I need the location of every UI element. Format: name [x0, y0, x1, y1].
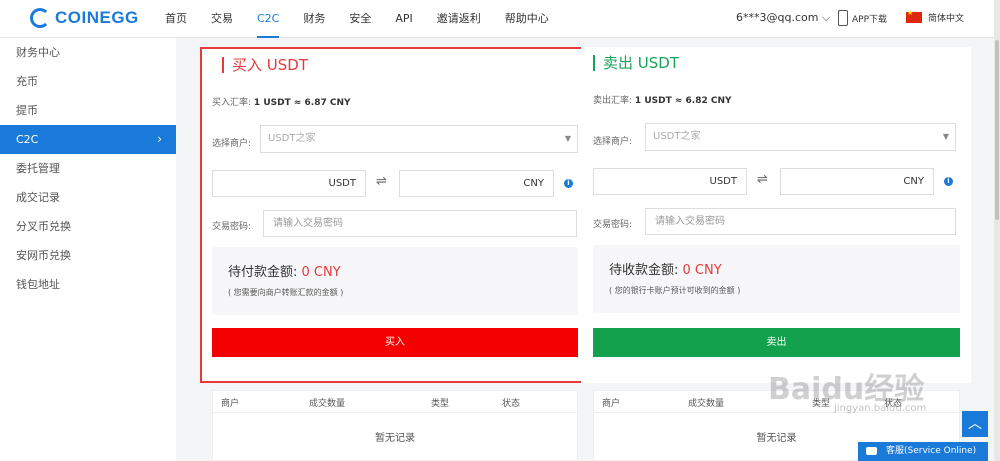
nav-finance[interactable]: 财务	[303, 0, 325, 38]
china-flag-icon	[906, 9, 922, 23]
sidebar-item-fork-exchange[interactable]: 分叉币兑换	[0, 212, 176, 241]
chat-icon	[866, 447, 877, 455]
phone-icon	[838, 10, 848, 26]
back-to-top-button[interactable]: ︿	[962, 411, 988, 437]
sell-rate: 卖出汇率: 1 USDT ≈ 6.82 CNY	[593, 93, 732, 106]
chevron-right-icon: ›	[157, 132, 162, 146]
app-download-label: APP下载	[852, 14, 888, 25]
sell-usdt-input[interactable]: USDT	[593, 168, 747, 195]
sell-panel: 卖出 USDT 卖出汇率: 1 USDT ≈ 6.82 CNY 选择商户: US…	[581, 47, 971, 383]
sell-title: 卖出 USDT	[593, 55, 679, 71]
nav-security[interactable]: 安全	[349, 0, 371, 38]
buy-merchant-select[interactable]: USDT之家 ▼	[260, 125, 578, 153]
table-header: 商户 成交数量 类型 状态	[213, 391, 577, 413]
sell-merchant-label: 选择商户:	[593, 137, 633, 147]
sidebar-item-orders[interactable]: 委托管理	[0, 154, 176, 183]
sell-pending-note: ( 您的银行卡账户预计可收到的金额 )	[609, 286, 741, 295]
buy-password-input[interactable]: 请输入交易密码	[263, 210, 577, 237]
dropdown-arrow-icon: ▼	[564, 134, 571, 143]
nav-trade[interactable]: 交易	[211, 0, 233, 38]
logo-text: COINEGG	[55, 8, 139, 27]
sell-rate-value: 1 USDT ≈ 6.82 CNY	[634, 96, 732, 106]
buy-cny-input[interactable]: CNY	[399, 170, 554, 197]
swap-icon[interactable]: ⇌	[757, 172, 768, 187]
user-account-menu[interactable]: 6***3@qq.com ⌵	[736, 11, 830, 25]
language-selector[interactable]: 简体中文	[906, 9, 965, 24]
sidebar: 财务中心 充币 提币 C2C › 委托管理 成交记录 分叉币兑换 安网币兑换 钱…	[0, 38, 176, 461]
column-header: 成交数量	[688, 399, 725, 409]
buy-pending-value: 0 CNY	[301, 265, 341, 280]
buy-password-label: 交易密码:	[212, 222, 252, 232]
sidebar-item-withdraw[interactable]: 提币	[0, 96, 176, 125]
column-header: 成交数量	[309, 399, 346, 409]
language-label: 简体中文	[928, 14, 965, 24]
sell-cny-input[interactable]: CNY	[780, 168, 934, 195]
sidebar-item-label: C2C	[16, 133, 39, 146]
dropdown-arrow-icon: ▼	[942, 132, 949, 141]
sidebar-item-ans-exchange[interactable]: 安网币兑换	[0, 241, 176, 270]
buy-panel: 买入 USDT 买入汇率: 1 USDT ≈ 6.87 CNY 选择商户: US…	[200, 47, 586, 383]
sell-password-label: 交易密码:	[593, 220, 633, 230]
buy-rate-value: 1 USDT ≈ 6.87 CNY	[253, 98, 351, 108]
buy-rate: 买入汇率: 1 USDT ≈ 6.87 CNY	[212, 95, 351, 108]
buy-rate-label: 买入汇率:	[212, 98, 252, 108]
sell-password-input[interactable]: 请输入交易密码	[645, 208, 956, 235]
buy-orders-table: 商户 成交数量 类型 状态 暂无记录	[212, 390, 578, 461]
page-scrollbar[interactable]	[994, 0, 1000, 461]
swap-icon[interactable]: ⇌	[376, 174, 387, 189]
scrollbar-thumb[interactable]	[995, 40, 999, 220]
empty-state-text: 暂无记录	[375, 433, 415, 444]
buy-pending-label: 待付款金额:	[228, 265, 298, 280]
service-label: 客服(Service Online)	[886, 446, 977, 456]
sidebar-item-deposit[interactable]: 充币	[0, 67, 176, 96]
sidebar-item-trade-history[interactable]: 成交记录	[0, 183, 176, 212]
app-download-link[interactable]: APP下载	[838, 10, 887, 26]
sell-button[interactable]: 卖出	[593, 328, 960, 357]
chevron-up-icon: ︿	[968, 416, 982, 432]
buy-usdt-input[interactable]: USDT	[212, 170, 366, 197]
sell-merchant-value: USDT之家	[653, 131, 701, 142]
info-icon[interactable]: i	[564, 179, 573, 188]
coinegg-logo-icon	[30, 8, 50, 28]
sell-pending-label: 待收款金额:	[609, 263, 679, 278]
nav-home[interactable]: 首页	[165, 0, 187, 38]
sidebar-item-c2c[interactable]: C2C ›	[0, 125, 176, 154]
buy-pending-note: ( 您需要向商户转账汇款的金额 )	[228, 288, 344, 297]
top-navbar: COINEGG 首页 交易 C2C 财务 安全 API 邀请返利 帮助中心 6*…	[0, 0, 1000, 38]
baidu-watermark: Baidu经验	[768, 372, 925, 407]
logo[interactable]: COINEGG	[30, 8, 139, 28]
main-nav: 首页 交易 C2C 财务 安全 API 邀请返利 帮助中心	[165, 0, 573, 38]
sidebar-item-finance-center[interactable]: 财务中心	[0, 38, 176, 67]
sell-rate-label: 卖出汇率:	[593, 96, 633, 106]
nav-help[interactable]: 帮助中心	[505, 0, 549, 38]
nav-c2c[interactable]: C2C	[257, 0, 280, 38]
customer-service-button[interactable]: 客服(Service Online)	[858, 442, 988, 461]
column-header: 状态	[502, 399, 521, 409]
column-header: 类型	[431, 399, 450, 409]
nav-invite[interactable]: 邀请返利	[437, 0, 481, 38]
buy-button[interactable]: 买入	[212, 328, 578, 357]
column-header: 商户	[602, 399, 621, 409]
buy-merchant-label: 选择商户:	[212, 139, 252, 149]
column-header: 商户	[221, 399, 240, 409]
sell-pending-text: 待收款金额: 0 CNY	[609, 259, 722, 278]
info-icon[interactable]: i	[944, 177, 953, 186]
baidu-watermark-url: jingyan.baidu.com	[834, 403, 927, 414]
sell-pending-value: 0 CNY	[682, 263, 722, 278]
buy-title: 买入 USDT	[222, 57, 308, 73]
buy-pending-text: 待付款金额: 0 CNY	[228, 261, 341, 280]
sell-merchant-select[interactable]: USDT之家 ▼	[645, 123, 956, 151]
buy-pending-box: 待付款金额: 0 CNY ( 您需要向商户转账汇款的金额 )	[212, 247, 578, 315]
nav-api[interactable]: API	[395, 0, 412, 38]
buy-merchant-value: USDT之家	[268, 133, 316, 144]
sell-pending-box: 待收款金额: 0 CNY ( 您的银行卡账户预计可收到的金额 )	[593, 245, 960, 313]
sidebar-item-wallet-address[interactable]: 钱包地址	[0, 270, 176, 299]
